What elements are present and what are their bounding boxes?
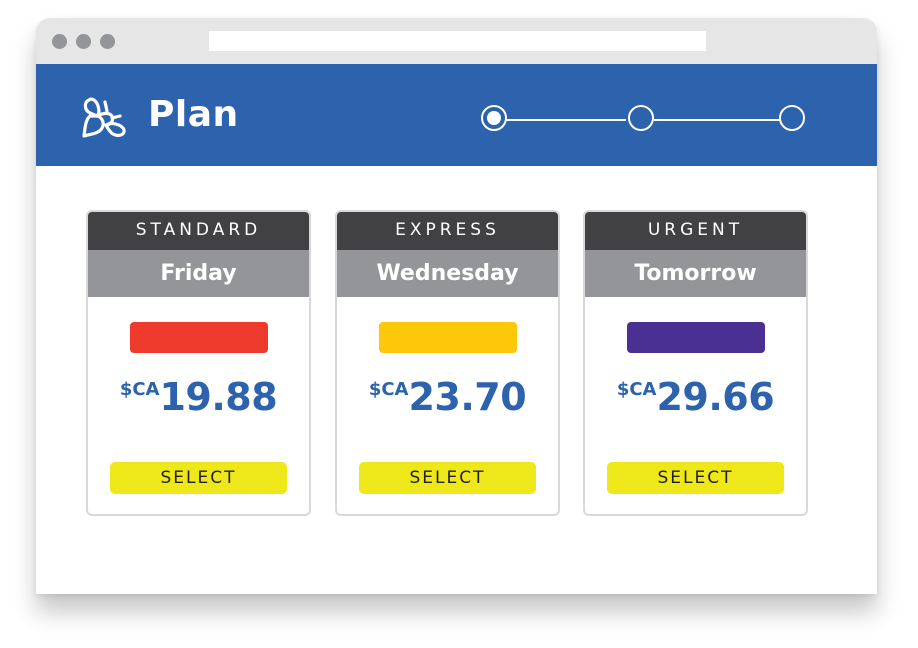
plan-card-urgent: URGENT Tomorrow $CA29.66 SELECT <box>583 210 808 516</box>
select-urgent-button[interactable]: SELECT <box>607 462 784 494</box>
step-1[interactable] <box>481 105 507 131</box>
address-bar[interactable] <box>209 31 706 51</box>
plan-color-swatch <box>626 322 765 353</box>
window-dot-icon[interactable] <box>100 34 115 49</box>
step-connector <box>654 119 780 121</box>
plan-tier: STANDARD <box>88 212 309 250</box>
plan-price: $CA23.70 <box>337 375 558 419</box>
plan-card-standard: STANDARD Friday $CA19.88 SELECT <box>86 210 311 516</box>
step-3[interactable] <box>779 105 805 131</box>
delivery-day: Wednesday <box>337 250 558 297</box>
plan-card-express: EXPRESS Wednesday $CA23.70 SELECT <box>335 210 560 516</box>
currency-label: $CA <box>616 379 657 400</box>
app-header: Plan <box>36 64 877 166</box>
plan-price: $CA29.66 <box>585 375 806 419</box>
window-dot-icon[interactable] <box>76 34 91 49</box>
page-title: Plan <box>148 94 239 135</box>
price-amount: 19.88 <box>159 375 278 419</box>
plan-tier: URGENT <box>585 212 806 250</box>
plan-color-swatch <box>129 322 268 353</box>
plan-tier: EXPRESS <box>337 212 558 250</box>
delivery-day: Friday <box>88 250 309 297</box>
plan-color-swatch <box>378 322 517 353</box>
delivery-day: Tomorrow <box>585 250 806 297</box>
price-amount: 23.70 <box>408 375 527 419</box>
window-dot-icon[interactable] <box>52 34 67 49</box>
browser-window: Plan STANDARD Friday $CA19.88 SELECT EXP… <box>36 18 877 594</box>
step-2[interactable] <box>628 105 654 131</box>
plan-price: $CA19.88 <box>88 375 309 419</box>
browser-titlebar <box>36 18 877 64</box>
currency-label: $CA <box>368 379 409 400</box>
select-express-button[interactable]: SELECT <box>359 462 536 494</box>
currency-label: $CA <box>119 379 160 400</box>
bee-icon <box>82 97 126 138</box>
select-standard-button[interactable]: SELECT <box>110 462 287 494</box>
step-connector <box>506 119 626 121</box>
price-amount: 29.66 <box>656 375 775 419</box>
progress-stepper <box>476 100 816 140</box>
